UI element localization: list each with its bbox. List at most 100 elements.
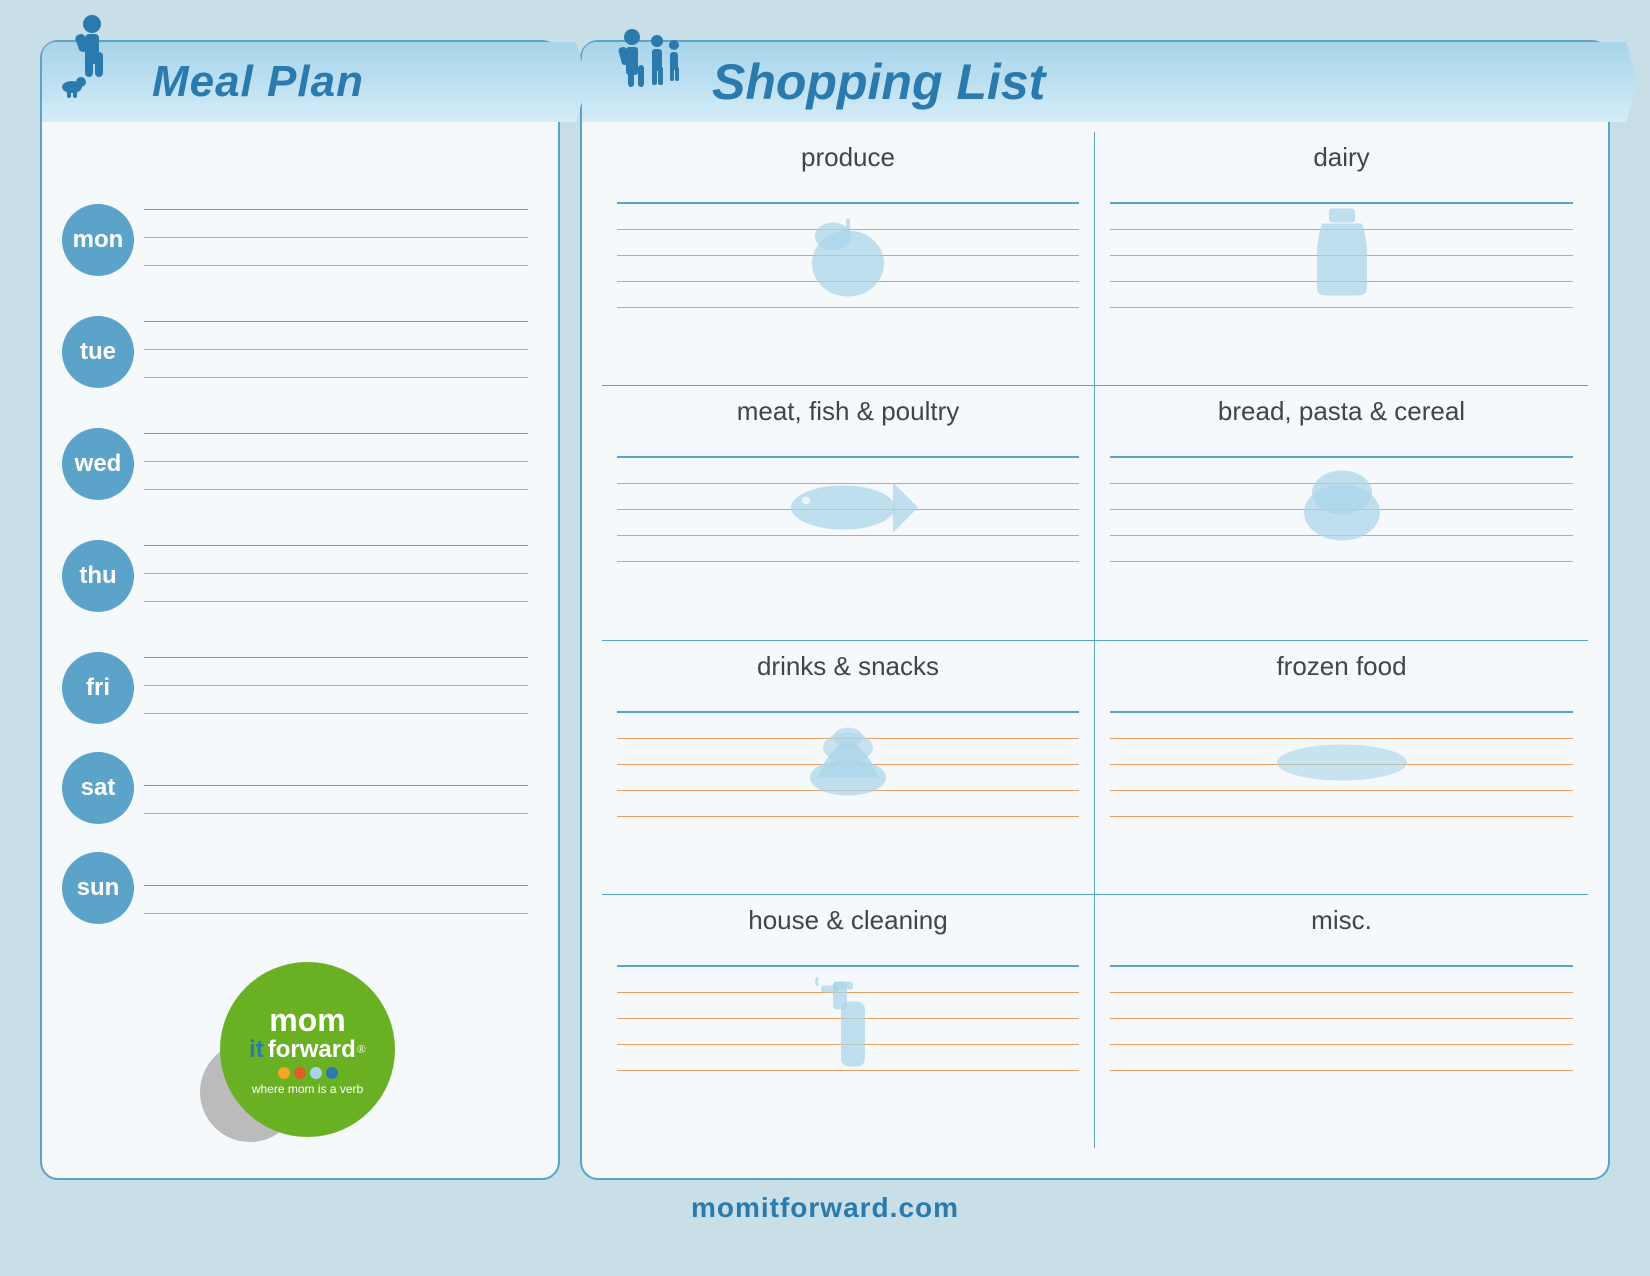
- line[interactable]: [617, 282, 1079, 308]
- day-circle-thu: thu: [62, 540, 134, 612]
- line[interactable]: [1110, 458, 1573, 484]
- section-dairy: dairy: [1095, 132, 1588, 385]
- shopping-family-icon: [602, 27, 702, 120]
- line[interactable]: [617, 1019, 1079, 1045]
- dot-red: [294, 1067, 306, 1079]
- dot-blue-light: [310, 1067, 322, 1079]
- line[interactable]: [1110, 282, 1573, 308]
- section-header-line: [617, 941, 1079, 967]
- section-title-dairy: dairy: [1110, 142, 1573, 173]
- section-header-line: [1110, 941, 1573, 967]
- line[interactable]: [144, 858, 528, 886]
- day-label-wed: wed: [75, 450, 122, 478]
- line[interactable]: [617, 484, 1079, 510]
- footer: momitforward.com: [679, 1180, 971, 1236]
- line[interactable]: [1110, 484, 1573, 510]
- line[interactable]: [1110, 967, 1573, 993]
- frozen-lines: [1110, 713, 1573, 817]
- day-lines-wed: [144, 406, 528, 490]
- line[interactable]: [1110, 739, 1573, 765]
- line[interactable]: [1110, 993, 1573, 1019]
- line[interactable]: [617, 256, 1079, 282]
- line[interactable]: [1110, 791, 1573, 817]
- meal-plan-panel: Meal Plan mon: [40, 40, 560, 1180]
- produce-lines: [617, 204, 1079, 308]
- line[interactable]: [617, 510, 1079, 536]
- line[interactable]: [144, 294, 528, 322]
- day-circle-sun: sun: [62, 852, 134, 924]
- logo-text-forward: forward: [268, 1036, 356, 1064]
- section-title-frozen: frozen food: [1110, 651, 1573, 682]
- section-title-house: house & cleaning: [617, 905, 1079, 936]
- day-rows: mon tue: [42, 172, 558, 952]
- section-bread: bread, pasta & cereal: [1095, 385, 1588, 639]
- section-house: house & cleaning: [602, 894, 1095, 1148]
- line[interactable]: [617, 458, 1079, 484]
- line[interactable]: [144, 630, 528, 658]
- line[interactable]: [617, 791, 1079, 817]
- line[interactable]: [144, 462, 528, 490]
- section-header-line: [617, 432, 1079, 458]
- main-content: Meal Plan mon: [40, 40, 1610, 1180]
- line[interactable]: [1110, 510, 1573, 536]
- line[interactable]: [617, 713, 1079, 739]
- line[interactable]: [144, 210, 528, 238]
- meal-plan-person-icon: [57, 12, 137, 117]
- line[interactable]: [144, 322, 528, 350]
- meat-lines: [617, 458, 1079, 562]
- line[interactable]: [617, 204, 1079, 230]
- line[interactable]: [1110, 713, 1573, 739]
- day-row-wed: wed: [62, 406, 528, 490]
- line[interactable]: [144, 546, 528, 574]
- line[interactable]: [144, 238, 528, 266]
- line[interactable]: [144, 758, 528, 786]
- logo-text-it: it: [249, 1036, 264, 1064]
- section-header-line: [1110, 687, 1573, 713]
- drinks-lines: [617, 713, 1079, 817]
- line[interactable]: [617, 967, 1079, 993]
- day-label-sun: sun: [77, 874, 120, 902]
- section-misc: misc.: [1095, 894, 1588, 1148]
- line[interactable]: [1110, 256, 1573, 282]
- meal-plan-header: Meal Plan: [42, 42, 558, 152]
- line[interactable]: [1110, 230, 1573, 256]
- line[interactable]: [144, 406, 528, 434]
- day-row-sun: sun: [62, 842, 528, 914]
- bread-lines: [1110, 458, 1573, 562]
- day-row-mon: mon: [62, 182, 528, 266]
- day-row-tue: tue: [62, 294, 528, 378]
- line[interactable]: [144, 182, 528, 210]
- day-circle-wed: wed: [62, 428, 134, 500]
- line[interactable]: [144, 434, 528, 462]
- section-title-drinks: drinks & snacks: [617, 651, 1079, 682]
- line[interactable]: [144, 574, 528, 602]
- day-lines-sun: [144, 858, 528, 914]
- line[interactable]: [1110, 204, 1573, 230]
- line[interactable]: [617, 536, 1079, 562]
- shopping-panel: Shopping List produce: [580, 40, 1610, 1180]
- meal-plan-banner-arrow: [528, 42, 588, 122]
- logo-tagline: where mom is a verb: [252, 1082, 363, 1096]
- shopping-grid: produce: [582, 122, 1608, 1158]
- line[interactable]: [617, 230, 1079, 256]
- line[interactable]: [144, 518, 528, 546]
- line[interactable]: [1110, 1019, 1573, 1045]
- line[interactable]: [144, 658, 528, 686]
- line[interactable]: [617, 993, 1079, 1019]
- line[interactable]: [144, 686, 528, 714]
- line[interactable]: [144, 886, 528, 914]
- line[interactable]: [617, 739, 1079, 765]
- line[interactable]: [617, 765, 1079, 791]
- day-circle-tue: tue: [62, 316, 134, 388]
- house-lines: [617, 967, 1079, 1071]
- line[interactable]: [144, 786, 528, 814]
- line[interactable]: [1110, 536, 1573, 562]
- dairy-lines: [1110, 204, 1573, 308]
- line[interactable]: [1110, 1045, 1573, 1071]
- section-header-line: [1110, 432, 1573, 458]
- line[interactable]: [144, 350, 528, 378]
- line[interactable]: [1110, 765, 1573, 791]
- line[interactable]: [617, 1045, 1079, 1071]
- day-lines-sat: [144, 758, 528, 814]
- section-title-meat: meat, fish & poultry: [617, 396, 1079, 427]
